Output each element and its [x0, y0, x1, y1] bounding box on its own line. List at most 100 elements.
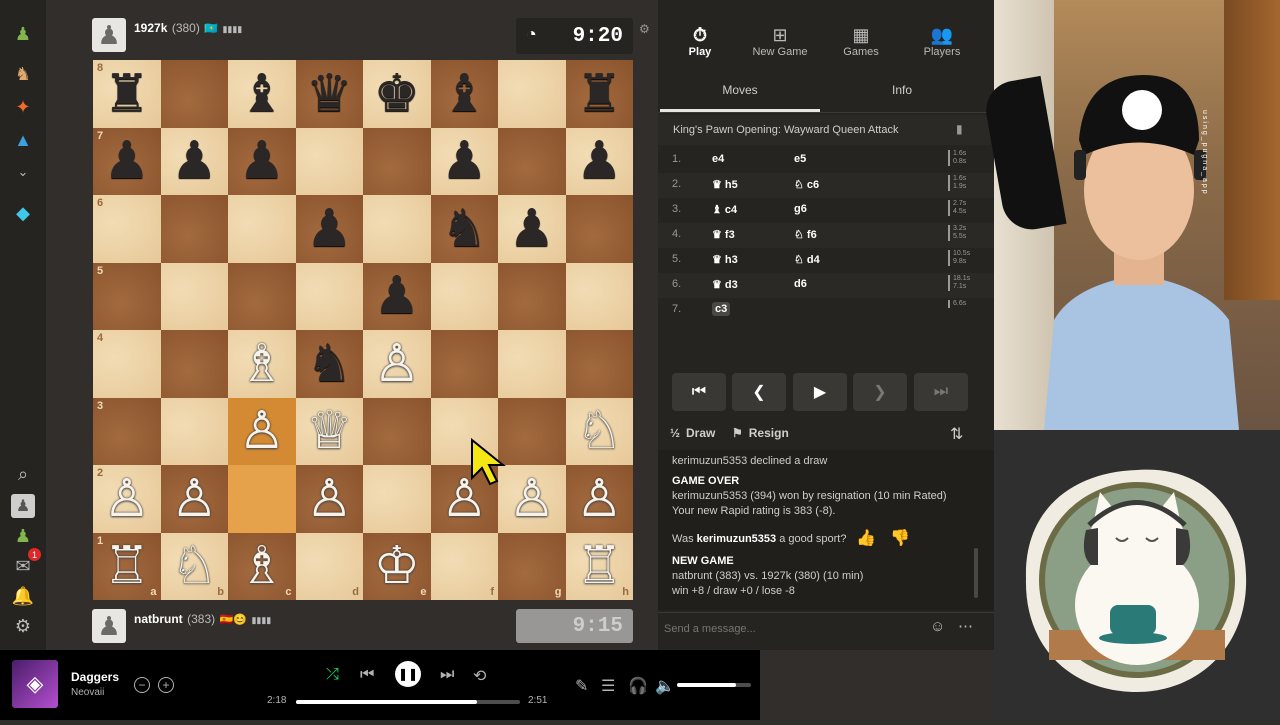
search-icon[interactable]: ⌕ [11, 462, 35, 486]
square-h6[interactable] [565, 195, 633, 263]
queue-icon[interactable]: ☰ [601, 676, 615, 696]
chess-piece[interactable]: ♙ [238, 405, 285, 457]
square-h8[interactable]: ♜ [565, 60, 633, 128]
friends-icon[interactable]: ♟ [11, 524, 35, 548]
chess-piece[interactable]: ♚ [373, 68, 420, 120]
square-b2[interactable]: ♙ [160, 465, 228, 533]
square-b5[interactable] [160, 262, 228, 330]
nav-new-game[interactable]: ⊞New Game [740, 24, 820, 59]
chess-piece[interactable]: ♟ [441, 135, 488, 187]
square-c5[interactable] [228, 262, 296, 330]
chess-board[interactable]: ♜ 8 ♝ ♛ ♚ ♝ ♜ ♟ 7 ♟ ♟ ♟ ♟ 6 ♟ ♞ ♟ 5 ♟ 4 ♗ ♞ ♙ 3 ♙ ♕ ♘ ♙ 2 ♙ ♙ ♙ ♙ ♙ ♖ 1 a ♘ b ♗… [93, 60, 633, 600]
learn-icon[interactable]: ▲ [11, 128, 35, 152]
white-move[interactable]: ♛ h5 [712, 178, 738, 191]
chess-piece[interactable]: ♟ [171, 135, 218, 187]
square-e7[interactable] [363, 127, 431, 195]
square-d2[interactable]: ♙ [295, 465, 363, 533]
chess-piece[interactable]: ♗ [238, 540, 285, 592]
chess-piece[interactable]: ♔ [373, 540, 420, 592]
chess-piece[interactable]: ♘ [576, 405, 623, 457]
black-move[interactable]: d6 [794, 278, 807, 290]
draw-button[interactable]: ½ Draw [670, 426, 715, 440]
resign-button[interactable]: ⚑ Resign [732, 426, 789, 440]
square-d6[interactable]: ♟ [295, 195, 363, 263]
square-a7[interactable]: ♟ 7 [93, 127, 161, 195]
white-move[interactable]: ♛ h3 [712, 253, 738, 266]
pause-button[interactable]: ❚❚ [395, 661, 421, 687]
bottom-player-name[interactable]: natbrunt [134, 612, 183, 626]
volume-icon[interactable]: 🔈 [655, 676, 675, 696]
square-e6[interactable] [363, 195, 431, 263]
chess-piece[interactable]: ♞ [441, 203, 488, 255]
chess-piece[interactable]: ♖ [576, 540, 623, 592]
chess-piece[interactable]: ♟ [306, 203, 353, 255]
chess-piece[interactable]: ♖ [103, 540, 150, 592]
chess-piece[interactable]: ♟ [576, 135, 623, 187]
square-d4[interactable]: ♞ [295, 330, 363, 398]
square-f4[interactable] [430, 330, 498, 398]
previous-move-button[interactable]: ❮ [732, 373, 786, 411]
track-title[interactable]: Daggers [71, 670, 119, 684]
square-d5[interactable] [295, 262, 363, 330]
square-f5[interactable] [430, 262, 498, 330]
square-e2[interactable] [363, 465, 431, 533]
repeat-icon[interactable]: ⟲ [473, 666, 486, 686]
puzzles-icon[interactable]: ✦ [11, 95, 35, 119]
diamond-icon[interactable]: ◆ [11, 201, 35, 225]
square-b7[interactable]: ♟ [160, 127, 228, 195]
progress-bar[interactable] [296, 700, 520, 704]
square-e4[interactable]: ♙ [363, 330, 431, 398]
square-c3[interactable]: ♙ [228, 397, 296, 465]
square-g5[interactable] [498, 262, 566, 330]
square-e3[interactable] [363, 397, 431, 465]
square-g6[interactable]: ♟ [498, 195, 566, 263]
last-move-button[interactable]: ⏭ [914, 373, 968, 411]
square-c7[interactable]: ♟ [228, 127, 296, 195]
square-d1[interactable]: d [295, 532, 363, 600]
square-b6[interactable] [160, 195, 228, 263]
chevron-down-icon[interactable]: ⌄ [11, 160, 35, 184]
board-settings-gear-icon[interactable]: ⚙ [639, 22, 650, 36]
tab-info[interactable]: Info [822, 83, 982, 97]
chess-piece[interactable]: ♞ [306, 338, 353, 390]
black-move[interactable]: g6 [794, 203, 807, 215]
square-b4[interactable] [160, 330, 228, 398]
square-h2[interactable]: ♙ [565, 465, 633, 533]
chess-piece[interactable]: ♘ [171, 540, 218, 592]
chess-piece[interactable]: ♝ [441, 68, 488, 120]
square-a5[interactable]: 5 [93, 262, 161, 330]
square-b1[interactable]: ♘ b [160, 532, 228, 600]
bell-icon[interactable]: 🔔 [11, 584, 35, 608]
square-h1[interactable]: ♖ h [565, 532, 633, 600]
nav-play[interactable]: ⏱Play [660, 24, 740, 59]
remove-icon[interactable]: − [134, 677, 150, 693]
white-move[interactable]: ♝ c4 [712, 203, 737, 216]
chess-piece[interactable]: ♙ [171, 473, 218, 525]
white-move[interactable]: e4 [712, 153, 724, 165]
chess-piece[interactable]: ♟ [103, 135, 150, 187]
square-f1[interactable]: f [430, 532, 498, 600]
chess-piece[interactable]: ♜ [576, 68, 623, 120]
message-input[interactable] [664, 617, 924, 641]
play-moves-button[interactable]: ▶ [793, 373, 847, 411]
square-f8[interactable]: ♝ [430, 60, 498, 128]
square-b3[interactable] [160, 397, 228, 465]
square-e1[interactable]: ♔ e [363, 532, 431, 600]
chess-piece[interactable]: ♙ [373, 338, 420, 390]
album-art[interactable]: ◈ [12, 660, 58, 708]
chess-piece[interactable]: ♙ [576, 473, 623, 525]
square-a3[interactable]: 3 [93, 397, 161, 465]
chess-piece[interactable]: ♟ [373, 270, 420, 322]
square-g1[interactable]: g [498, 532, 566, 600]
square-g8[interactable] [498, 60, 566, 128]
nav-games[interactable]: ▦Games [821, 24, 901, 59]
tab-moves[interactable]: Moves [660, 83, 820, 97]
chess-piece[interactable]: ♜ [103, 68, 150, 120]
white-move[interactable]: c3 [712, 302, 731, 316]
lyrics-icon[interactable]: ✎ [575, 676, 588, 696]
nav-players[interactable]: 👥Players [902, 24, 982, 59]
black-move[interactable]: ♘ c6 [794, 178, 819, 191]
square-c6[interactable] [228, 195, 296, 263]
square-b8[interactable] [160, 60, 228, 128]
first-move-button[interactable]: ⏮ [672, 373, 726, 411]
